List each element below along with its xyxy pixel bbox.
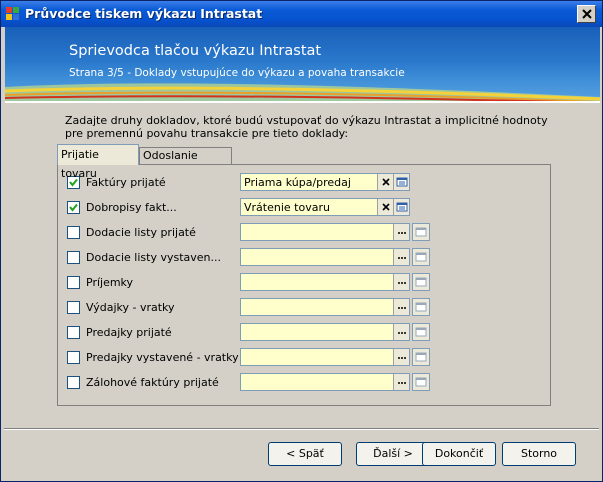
tab-prijatie-tovaru[interactable]: Prijatie tovaru [57, 144, 139, 180]
row-zalohove-faktury-prijate: Zálohové faktúry prijaté [58, 371, 552, 393]
lookup-icon [415, 252, 427, 262]
button-label: < Späť [286, 447, 324, 460]
row-label: Zálohové faktúry prijaté [86, 376, 219, 389]
footer-separator [4, 428, 599, 430]
lookup-icon [415, 377, 427, 387]
lookup-button[interactable] [412, 273, 430, 291]
ellipsis-button[interactable] [393, 374, 409, 390]
checkbox-dodacie-listy-vystavene[interactable] [67, 251, 80, 264]
close-button[interactable] [577, 5, 596, 23]
checkbox-dodacie-listy-prijate[interactable] [67, 226, 80, 239]
lookup-button[interactable] [412, 223, 430, 241]
lookup-icon [396, 177, 408, 187]
row-dobropisy: Dobropisy fakt... Vrátenie tovaru [58, 196, 552, 218]
close-icon [582, 9, 592, 19]
ellipsis-icon [398, 257, 406, 259]
lookup-button[interactable] [412, 373, 430, 391]
field-dobropisy[interactable]: Vrátenie tovaru [240, 198, 410, 216]
button-label: Dokončiť [434, 447, 484, 460]
ellipsis-button[interactable] [393, 224, 409, 240]
back-button[interactable]: < Späť [268, 442, 342, 466]
field-value: Priama kúpa/predaj [244, 176, 351, 189]
ellipsis-icon [398, 282, 406, 284]
wizard-banner: Sprievodca tlačou výkazu Intrastat Stran… [5, 27, 600, 103]
lookup-icon [415, 227, 427, 237]
banner-swoosh [5, 83, 600, 103]
row-label: Predajky prijaté [86, 326, 172, 339]
row-label: Dodacie listy prijaté [86, 226, 196, 239]
field-dodacie-listy-vystavene[interactable] [240, 248, 410, 266]
lookup-button[interactable] [393, 199, 409, 215]
ellipsis-button[interactable] [393, 349, 409, 365]
row-prijemky: Príjemky [58, 271, 552, 293]
row-label: Dobropisy fakt... [86, 201, 177, 214]
lookup-icon [415, 277, 427, 287]
lookup-button[interactable] [412, 348, 430, 366]
button-label: Ďalší > [373, 447, 413, 460]
field-vydajky-vratky[interactable] [240, 298, 410, 316]
app-icon [6, 7, 20, 21]
row-label: Predajky vystavené - vratky [86, 351, 239, 364]
instructions-text: Zadajte druhy dokladov, ktoré budú vstup… [65, 114, 548, 140]
ellipsis-icon [398, 357, 406, 359]
checkbox-prijemky[interactable] [67, 276, 80, 289]
field-prijemky[interactable] [240, 273, 410, 291]
tab-label: Prijatie tovaru [61, 148, 99, 180]
row-vydajky-vratky: Výdajky - vratky [58, 296, 552, 318]
row-dodacie-listy-vystavene: Dodacie listy vystaven... [58, 246, 552, 268]
lookup-icon [415, 327, 427, 337]
clear-icon [382, 178, 390, 186]
finish-button[interactable]: Dokončiť [422, 442, 496, 466]
lookup-icon [415, 302, 427, 312]
row-label: Výdajky - vratky [86, 301, 175, 314]
lookup-button[interactable] [412, 323, 430, 341]
clear-button[interactable] [377, 174, 393, 190]
lookup-button[interactable] [412, 248, 430, 266]
button-label: Storno [520, 447, 558, 460]
ellipsis-button[interactable] [393, 274, 409, 290]
row-label: Faktúry prijaté [86, 176, 166, 189]
next-button[interactable]: Ďalší > [356, 442, 430, 466]
checkbox-dobropisy[interactable] [67, 201, 80, 214]
field-predajky-prijate[interactable] [240, 323, 410, 341]
row-predajky-vystavene-vratky: Predajky vystavené - vratky [58, 346, 552, 368]
field-predajky-vystavene-vratky[interactable] [240, 348, 410, 366]
lookup-button[interactable] [393, 174, 409, 190]
lookup-button[interactable] [412, 298, 430, 316]
checkbox-predajky-vystavene-vratky[interactable] [67, 351, 80, 364]
ellipsis-icon [398, 232, 406, 234]
tab-panel: Faktúry prijaté Priama kúpa/predaj Dobro… [57, 164, 551, 406]
title-bar[interactable]: Průvodce tiskem výkazu Intrastat [1, 1, 602, 27]
ellipsis-icon [398, 382, 406, 384]
checkbox-vydajky-vratky[interactable] [67, 301, 80, 314]
ellipsis-icon [398, 332, 406, 334]
row-faktury-prijate: Faktúry prijaté Priama kúpa/predaj [58, 171, 552, 193]
row-dodacie-listy-prijate: Dodacie listy prijaté [58, 221, 552, 243]
check-icon [69, 203, 78, 212]
row-predajky-prijate: Predajky prijaté [58, 321, 552, 343]
lookup-icon [415, 352, 427, 362]
field-value: Vrátenie tovaru [244, 201, 330, 214]
checkbox-predajky-prijate[interactable] [67, 326, 80, 339]
row-label: Príjemky [86, 276, 134, 289]
ellipsis-button[interactable] [393, 249, 409, 265]
ellipsis-button[interactable] [393, 299, 409, 315]
field-faktury-prijate[interactable]: Priama kúpa/predaj [240, 173, 410, 191]
lookup-icon [396, 202, 408, 212]
tab-odoslanie-tovaru[interactable]: Odoslanie tovaru [139, 147, 232, 178]
row-label: Dodacie listy vystaven... [86, 251, 221, 264]
cancel-button[interactable]: Storno [502, 442, 576, 466]
clear-button[interactable] [377, 199, 393, 215]
window-title: Průvodce tiskem výkazu Intrastat [25, 6, 263, 21]
banner-title: Sprievodca tlačou výkazu Intrastat [69, 43, 322, 59]
checkbox-zalohove-faktury-prijate[interactable] [67, 376, 80, 389]
field-dodacie-listy-prijate[interactable] [240, 223, 410, 241]
field-zalohove-faktury-prijate[interactable] [240, 373, 410, 391]
ellipsis-button[interactable] [393, 324, 409, 340]
clear-icon [382, 203, 390, 211]
ellipsis-icon [398, 307, 406, 309]
banner-subtitle: Strana 3/5 - Doklady vstupujúce do výkaz… [69, 67, 405, 79]
